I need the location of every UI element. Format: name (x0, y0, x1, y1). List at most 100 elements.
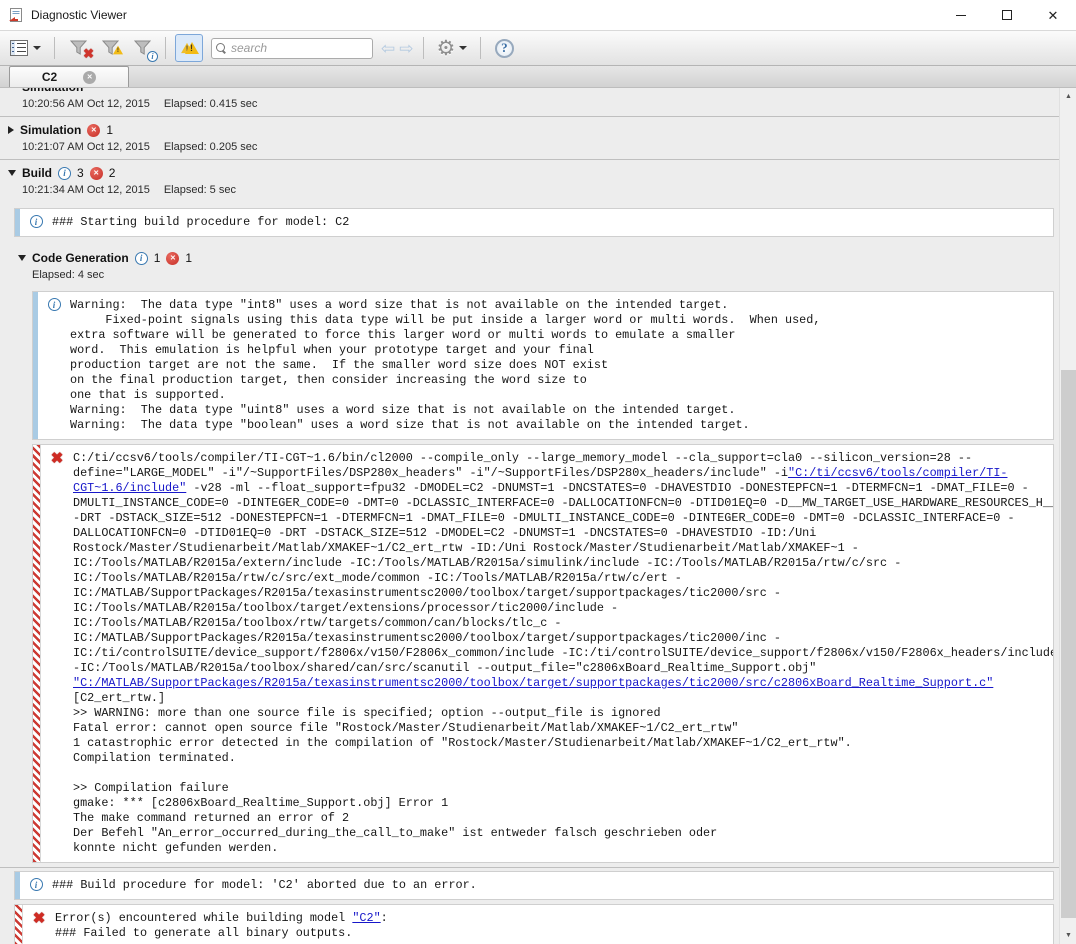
help-icon: ? (495, 39, 514, 58)
codegen-section-header[interactable]: Code Generation i 1 1 (18, 245, 1059, 266)
window-title: Diagnostic Viewer (31, 8, 938, 22)
source-file-link[interactable]: "C:/MATLAB/SupportPackages/R2015a/texasi… (73, 676, 993, 690)
build-section-header[interactable]: Build i 3 2 (0, 160, 1059, 181)
tab-bar: C2 (0, 66, 1076, 88)
info-count: 1 (154, 251, 161, 265)
message-text: ### Starting build procedure for model: … (52, 209, 1053, 236)
elapsed-text: Elapsed: 5 sec (164, 184, 236, 196)
tab-close-icon[interactable] (83, 71, 96, 84)
toolbar: ✖ i ⇦ ⇨ ⚙ (0, 30, 1076, 66)
scrollbar-thumb[interactable] (1061, 370, 1076, 918)
error-count: 1 (106, 123, 113, 137)
chevron-right-icon (8, 126, 14, 134)
error-message-card: ✖ C:/ti/ccsv6/tools/compiler/TI-CGT~1.6/… (32, 444, 1054, 863)
section-build: Build i 3 2 10:21:34 AM Oct 12, 2015 Elap… (0, 160, 1059, 944)
clipped-section-title: Simulation (0, 88, 1059, 95)
warning-badge-icon (111, 43, 125, 61)
section-title: Simulation (20, 123, 81, 137)
minimize-button[interactable] (938, 0, 984, 30)
minimize-icon (956, 15, 966, 16)
chevron-down-icon (33, 46, 41, 50)
help-button[interactable]: ? (490, 34, 518, 62)
section-previous: Simulation 10:20:56 AM Oct 12, 2015 Elaps… (0, 88, 1059, 116)
section-title: Code Generation (32, 251, 129, 265)
diagnostic-viewer-window: Diagnostic Viewer ✕ ✖ (0, 0, 1076, 944)
title-bar: Diagnostic Viewer ✕ (0, 0, 1076, 30)
scroll-down-button[interactable]: ▼ (1060, 927, 1076, 944)
search-box (211, 38, 373, 59)
app-icon (8, 7, 24, 23)
elapsed-text: Elapsed: 4 sec (32, 269, 104, 281)
chevron-down-icon (18, 255, 26, 261)
error-count: 1 (185, 251, 192, 265)
message-text: ### Build procedure for model: 'C2' abor… (52, 872, 1053, 899)
log-content: Simulation 10:20:56 AM Oct 12, 2015 Elaps… (0, 88, 1059, 944)
list-view-icon (10, 40, 29, 56)
forward-button[interactable]: ⇨ (399, 40, 413, 57)
error-icon: ✖ (51, 451, 64, 862)
section-simulation: Simulation 1 10:21:07 AM Oct 12, 2015 Ela… (0, 117, 1059, 159)
toolbar-separator (165, 37, 166, 59)
timestamp: 10:20:56 AM Oct 12, 2015 Elapsed: 0.415 s… (0, 95, 1059, 116)
elapsed-line: Elapsed: 4 sec (18, 266, 1059, 287)
info-count-icon: i (58, 167, 71, 180)
elapsed-text: Elapsed: 0.415 sec (164, 98, 258, 110)
filter-info-button[interactable]: i (128, 34, 156, 62)
simulation-section-header[interactable]: Simulation 1 (0, 117, 1059, 138)
error-badge-icon: ✖ (83, 46, 94, 62)
settings-button[interactable]: ⚙ (433, 34, 472, 62)
timestamp-text: 10:21:07 AM Oct 12, 2015 (22, 141, 150, 153)
final-error-card: ✖ Error(s) encountered while building mo… (14, 904, 1054, 944)
model-c2-link[interactable]: "C2" (352, 911, 380, 925)
tab-label: C2 (42, 70, 57, 84)
show-warnings-toggle[interactable] (175, 34, 203, 62)
scroll-up-button[interactable]: ▲ (1060, 88, 1076, 105)
elapsed-text: Elapsed: 0.205 sec (164, 141, 258, 153)
maximize-icon (1002, 10, 1012, 20)
filter-warnings-button[interactable] (96, 34, 124, 62)
error-count: 2 (109, 166, 116, 180)
vertical-scrollbar: ▲ ▼ (1059, 88, 1076, 944)
view-options-button[interactable] (6, 34, 45, 62)
info-badge-icon: i (147, 51, 158, 62)
error-icon: ✖ (33, 911, 46, 944)
timestamp-text: 10:20:56 AM Oct 12, 2015 (22, 98, 150, 110)
section-code-generation: Code Generation i 1 1 Elapsed: 4 sec i W… (0, 245, 1059, 863)
error-count-icon (87, 124, 100, 137)
close-button[interactable]: ✕ (1030, 0, 1076, 30)
close-icon: ✕ (1048, 9, 1059, 22)
timestamp: 10:21:07 AM Oct 12, 2015 Elapsed: 0.205 s… (0, 138, 1059, 159)
info-count-icon: i (135, 252, 148, 265)
search-input[interactable] (231, 41, 361, 55)
error-count-icon (90, 167, 103, 180)
gear-icon: ⚙ (437, 38, 456, 59)
warning-text: Warning: The data type "int8" uses a wor… (70, 292, 1053, 439)
info-count: 3 (77, 166, 84, 180)
chevron-down-icon (8, 170, 16, 176)
compile-error-text: C:/ti/ccsv6/tools/compiler/TI-CGT~1.6/bi… (73, 445, 1053, 862)
timestamp-text: 10:21:34 AM Oct 12, 2015 (22, 184, 150, 196)
final-error-segment: Error(s) encountered while building mode… (55, 911, 352, 925)
error-accent-bar (33, 445, 41, 862)
search-icon (216, 43, 227, 54)
toolbar-separator (480, 37, 481, 59)
info-icon: i (30, 878, 43, 891)
compile-error-segment: [C2_ert_rtw.] >> WARNING: more than one … (73, 691, 852, 855)
warning-triangle-icon (185, 42, 199, 54)
final-error-text: Error(s) encountered while building mode… (55, 905, 1053, 944)
filter-errors-button[interactable]: ✖ (64, 34, 92, 62)
info-icon: i (48, 298, 61, 311)
maximize-button[interactable] (984, 0, 1030, 30)
error-count-icon (166, 252, 179, 265)
info-icon: i (30, 215, 43, 228)
info-message-card: i ### Starting build procedure for model… (14, 208, 1054, 237)
toolbar-separator (54, 37, 55, 59)
tab-c2[interactable]: C2 (9, 66, 129, 87)
back-button[interactable]: ⇦ (381, 40, 395, 57)
warning-message-card: i Warning: The data type "int8" uses a w… (32, 291, 1054, 440)
error-accent-bar (15, 905, 23, 944)
section-title: Build (22, 166, 52, 180)
info-message-card: i ### Build procedure for model: 'C2' ab… (14, 871, 1054, 900)
timestamp: 10:21:34 AM Oct 12, 2015 Elapsed: 5 sec (0, 181, 1059, 202)
chevron-down-icon (459, 46, 467, 50)
